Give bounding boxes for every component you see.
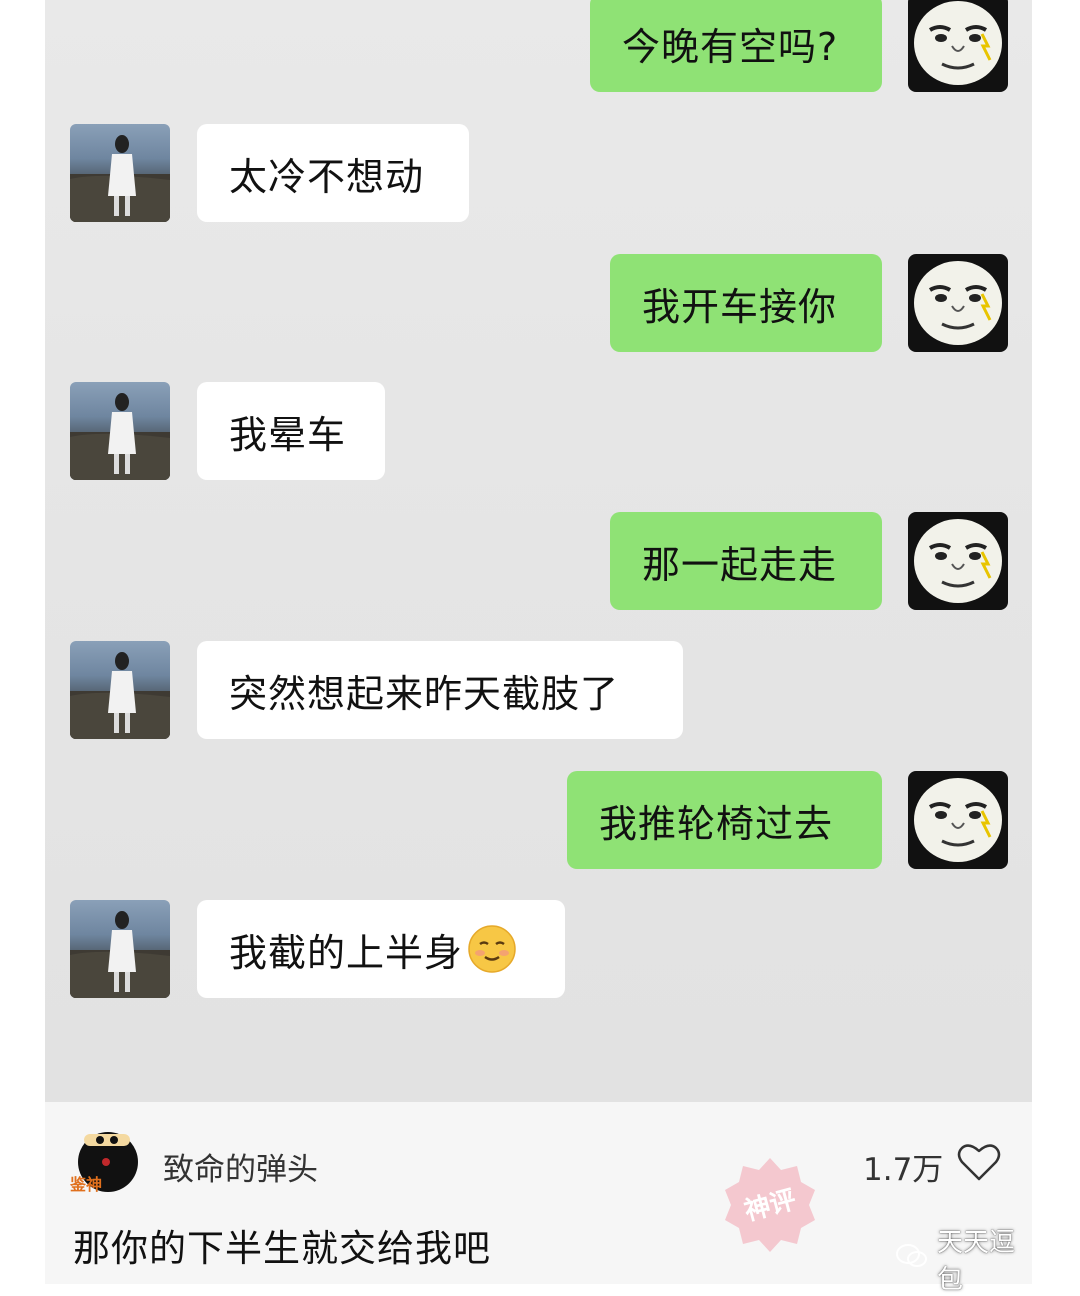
message-text: 我晕车 (229, 412, 347, 457)
top-comment: 鉴神 致命的弹头 神评 1.7万 那你的下半生就交给我吧 天天逗包 (45, 1102, 1032, 1295)
girl-avatar[interactable] (70, 900, 170, 998)
message-bubble[interactable]: 突然想起来昨天截肢了 (197, 641, 683, 739)
wechat-icon (895, 1242, 929, 1277)
like-count: 1.7万 (863, 1152, 944, 1188)
message-text: 那一起走走 (642, 542, 838, 587)
meme-face-avatar[interactable] (908, 0, 1008, 92)
heart-icon[interactable] (957, 1142, 1001, 1182)
commenter-name[interactable]: 致命的弹头 (163, 1144, 318, 1189)
god-comment-badge: 神评 (715, 1150, 825, 1260)
meme-face-avatar[interactable] (908, 254, 1008, 352)
message-bubble[interactable]: 我开车接你 (610, 254, 882, 352)
girl-avatar[interactable] (70, 382, 170, 480)
watermark-text: 天天逗包 (937, 1228, 1016, 1295)
girl-avatar[interactable] (70, 641, 170, 739)
message-text: 我推轮椅过去 (599, 801, 834, 846)
message-bubble[interactable]: 那一起走走 (610, 512, 882, 610)
message-text: 突然想起来昨天截肢了 (229, 671, 620, 716)
avatar-badge: 鉴神 (70, 1175, 102, 1194)
message-text: 今晚有空吗? (622, 24, 839, 69)
comment-text: 那你的下半生就交给我吧 (73, 1227, 491, 1270)
commenter-avatar[interactable]: 鉴神 (69, 1124, 140, 1194)
watermark: 天天逗包 (895, 1222, 1032, 1296)
chat-area: 今晚有空吗? 太冷不想动 我开车接你 我晕车 那一起走走 突然想起来昨天截肢了 … (45, 0, 1032, 1102)
message-bubble[interactable]: 我截的上半身 (197, 900, 565, 998)
slightly-smiling-face-icon (467, 924, 517, 974)
message-text: 太冷不想动 (229, 154, 425, 199)
message-bubble[interactable]: 我晕车 (197, 382, 385, 480)
message-bubble[interactable]: 我推轮椅过去 (567, 771, 882, 869)
meme-face-avatar[interactable] (908, 771, 1008, 869)
message-bubble[interactable]: 太冷不想动 (197, 124, 469, 222)
message-text: 我截的上半身 (229, 930, 464, 975)
message-text: 我开车接你 (642, 284, 838, 329)
message-bubble[interactable]: 今晚有空吗? (590, 0, 882, 92)
girl-avatar[interactable] (70, 124, 170, 222)
meme-face-avatar[interactable] (908, 512, 1008, 610)
